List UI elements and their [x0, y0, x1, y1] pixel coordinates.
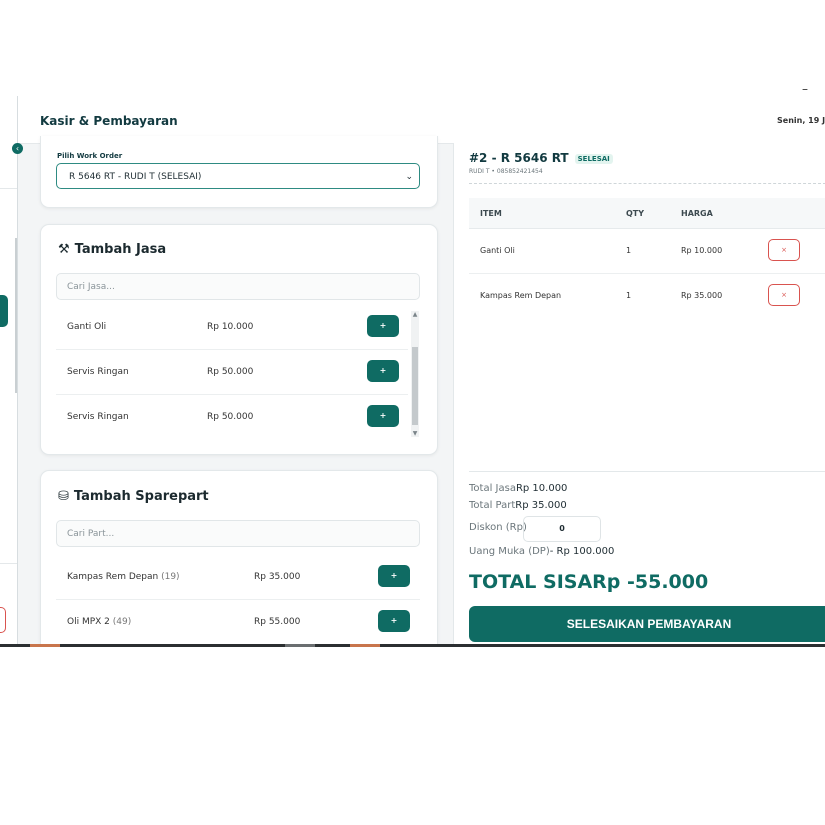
remove-item-button[interactable]: ×: [768, 284, 800, 306]
divider: [469, 183, 825, 184]
list-item: Kampas Rem Depan (19) Rp 35.000 +: [56, 555, 420, 600]
discount-input[interactable]: 0: [523, 516, 601, 542]
jasa-scrollbar[interactable]: ▲ ▼: [411, 311, 419, 437]
add-sparepart-button[interactable]: +: [378, 565, 410, 587]
down-payment-value: - Rp 100.000: [549, 546, 615, 557]
add-jasa-button[interactable]: +: [367, 405, 399, 427]
sparepart-search-input[interactable]: Cari Part...: [56, 520, 420, 547]
sidebar-edge: [17, 96, 18, 143]
total-part: Total PartRp 35.000: [469, 500, 567, 511]
order-customer: RUDI T • 085852421454: [469, 168, 543, 175]
chevron-down-icon: ⌄: [405, 172, 413, 182]
workorder-select[interactable]: R 5646 RT - RUDI T (SELESAI) ⌄: [56, 163, 420, 189]
table-row: Kampas Rem Depan 1 Rp 35.000 ×: [469, 273, 825, 318]
down-payment: Uang Muka (DP)- Rp 100.000: [469, 546, 615, 557]
scroll-thumb[interactable]: [412, 347, 418, 425]
workorder-select-value: R 5646 RT - RUDI T (SELESAI): [69, 172, 202, 182]
scroll-down-icon[interactable]: ▼: [411, 430, 419, 437]
taskbar-accent: [350, 644, 380, 647]
jasa-price: Rp 50.000: [207, 412, 254, 422]
collapse-sidebar-button[interactable]: ‹: [12, 143, 23, 154]
sidebar-divider: [0, 563, 17, 564]
jasa-name: Servis Ringan: [67, 367, 129, 377]
list-item: Oli MPX 2 (49) Rp 55.000 +: [56, 600, 420, 644]
sidebar-divider: [0, 188, 17, 189]
page-title: Kasir & Pembayaran: [40, 114, 178, 128]
list-item: Servis Ringan Rp 50.000 +: [56, 395, 408, 439]
sparepart-price: Rp 55.000: [254, 617, 301, 627]
jasa-card: ⚒ Tambah Jasa Cari Jasa... Ganti Oli Rp 1…: [40, 224, 438, 455]
sparepart-card: ⛁ Tambah Sparepart Cari Part... Kampas Re…: [40, 470, 438, 646]
list-item: Servis Ringan Rp 50.000 +: [56, 350, 408, 395]
divider: [469, 471, 825, 472]
total-jasa-value: Rp 10.000: [515, 483, 568, 494]
item-qty: 1: [626, 246, 632, 255]
order-title: #2 - R 5646 RT SELESAI: [469, 151, 613, 165]
jasa-name: Servis Ringan: [67, 412, 129, 422]
box-icon: ⛁: [58, 489, 69, 504]
column-header: HARGA: [681, 209, 713, 218]
complete-payment-button[interactable]: SELESAIKAN PEMBAYARAN: [469, 606, 825, 642]
workorder-label: Pilih Work Order: [57, 152, 123, 160]
jasa-search-input[interactable]: Cari Jasa...: [56, 273, 420, 300]
sidebar-active-item[interactable]: [0, 295, 8, 327]
item-name: Ganti Oli: [480, 246, 515, 255]
add-sparepart-button[interactable]: +: [378, 610, 410, 632]
sidebar: [0, 143, 18, 646]
add-jasa-button[interactable]: +: [367, 360, 399, 382]
item-qty: 1: [626, 291, 632, 300]
item-name: Kampas Rem Depan: [480, 291, 562, 300]
column-header: QTY: [626, 209, 645, 218]
column-header: ITEM: [480, 209, 502, 218]
table-row: Ganti Oli 1 Rp 10.000 ×: [469, 228, 825, 274]
total-jasa: Total JasaRp 10.000: [469, 483, 568, 494]
sparepart-price: Rp 35.000: [254, 572, 301, 582]
workorder-card: Pilih Work Order R 5646 RT - RUDI T (SEL…: [40, 136, 438, 208]
taskbar-accent: [30, 644, 60, 647]
sidebar-scrollbar[interactable]: [15, 238, 17, 393]
sparepart-name: Kampas Rem Depan (19): [67, 572, 180, 582]
app-window: Kasir & Pembayaran Senin, 19 Jan ‹ Pilih…: [0, 96, 825, 646]
sparepart-stock: (19): [161, 572, 180, 582]
sparepart-name: Oli MPX 2 (49): [67, 617, 132, 627]
item-price: Rp 35.000: [681, 291, 723, 300]
jasa-price: Rp 50.000: [207, 367, 254, 377]
total-part-value: Rp 35.000: [515, 500, 567, 511]
tools-icon: ⚒: [58, 242, 70, 257]
table-header: ITEM QTY HARGA: [469, 198, 825, 229]
add-jasa-button[interactable]: +: [367, 315, 399, 337]
list-item: Ganti Oli Rp 10.000 +: [56, 305, 408, 350]
grand-total: TOTAL SISARp -55.000: [469, 571, 709, 593]
window-bottom-edge: [0, 644, 825, 647]
date-label: Senin, 19 Jan: [777, 116, 825, 125]
item-price: Rp 10.000: [681, 246, 723, 255]
logout-button[interactable]: [0, 607, 6, 633]
order-panel: #2 - R 5646 RT SELESAI RUDI T • 085852421…: [453, 143, 825, 646]
jasa-price: Rp 10.000: [207, 322, 254, 332]
jasa-name: Ganti Oli: [67, 322, 107, 332]
jasa-title: ⚒ Tambah Jasa: [58, 242, 167, 257]
discount-label: Diskon (Rp): [469, 522, 527, 533]
sparepart-stock: (49): [112, 617, 132, 627]
scroll-up-icon[interactable]: ▲: [411, 311, 419, 318]
status-badge: SELESAI: [574, 153, 613, 164]
grand-total-value: Rp -55.000: [592, 571, 709, 593]
sparepart-title: ⛁ Tambah Sparepart: [58, 489, 209, 504]
remove-item-button[interactable]: ×: [768, 239, 800, 261]
minimize-button[interactable]: –: [802, 82, 808, 96]
taskbar-accent: [285, 644, 315, 647]
